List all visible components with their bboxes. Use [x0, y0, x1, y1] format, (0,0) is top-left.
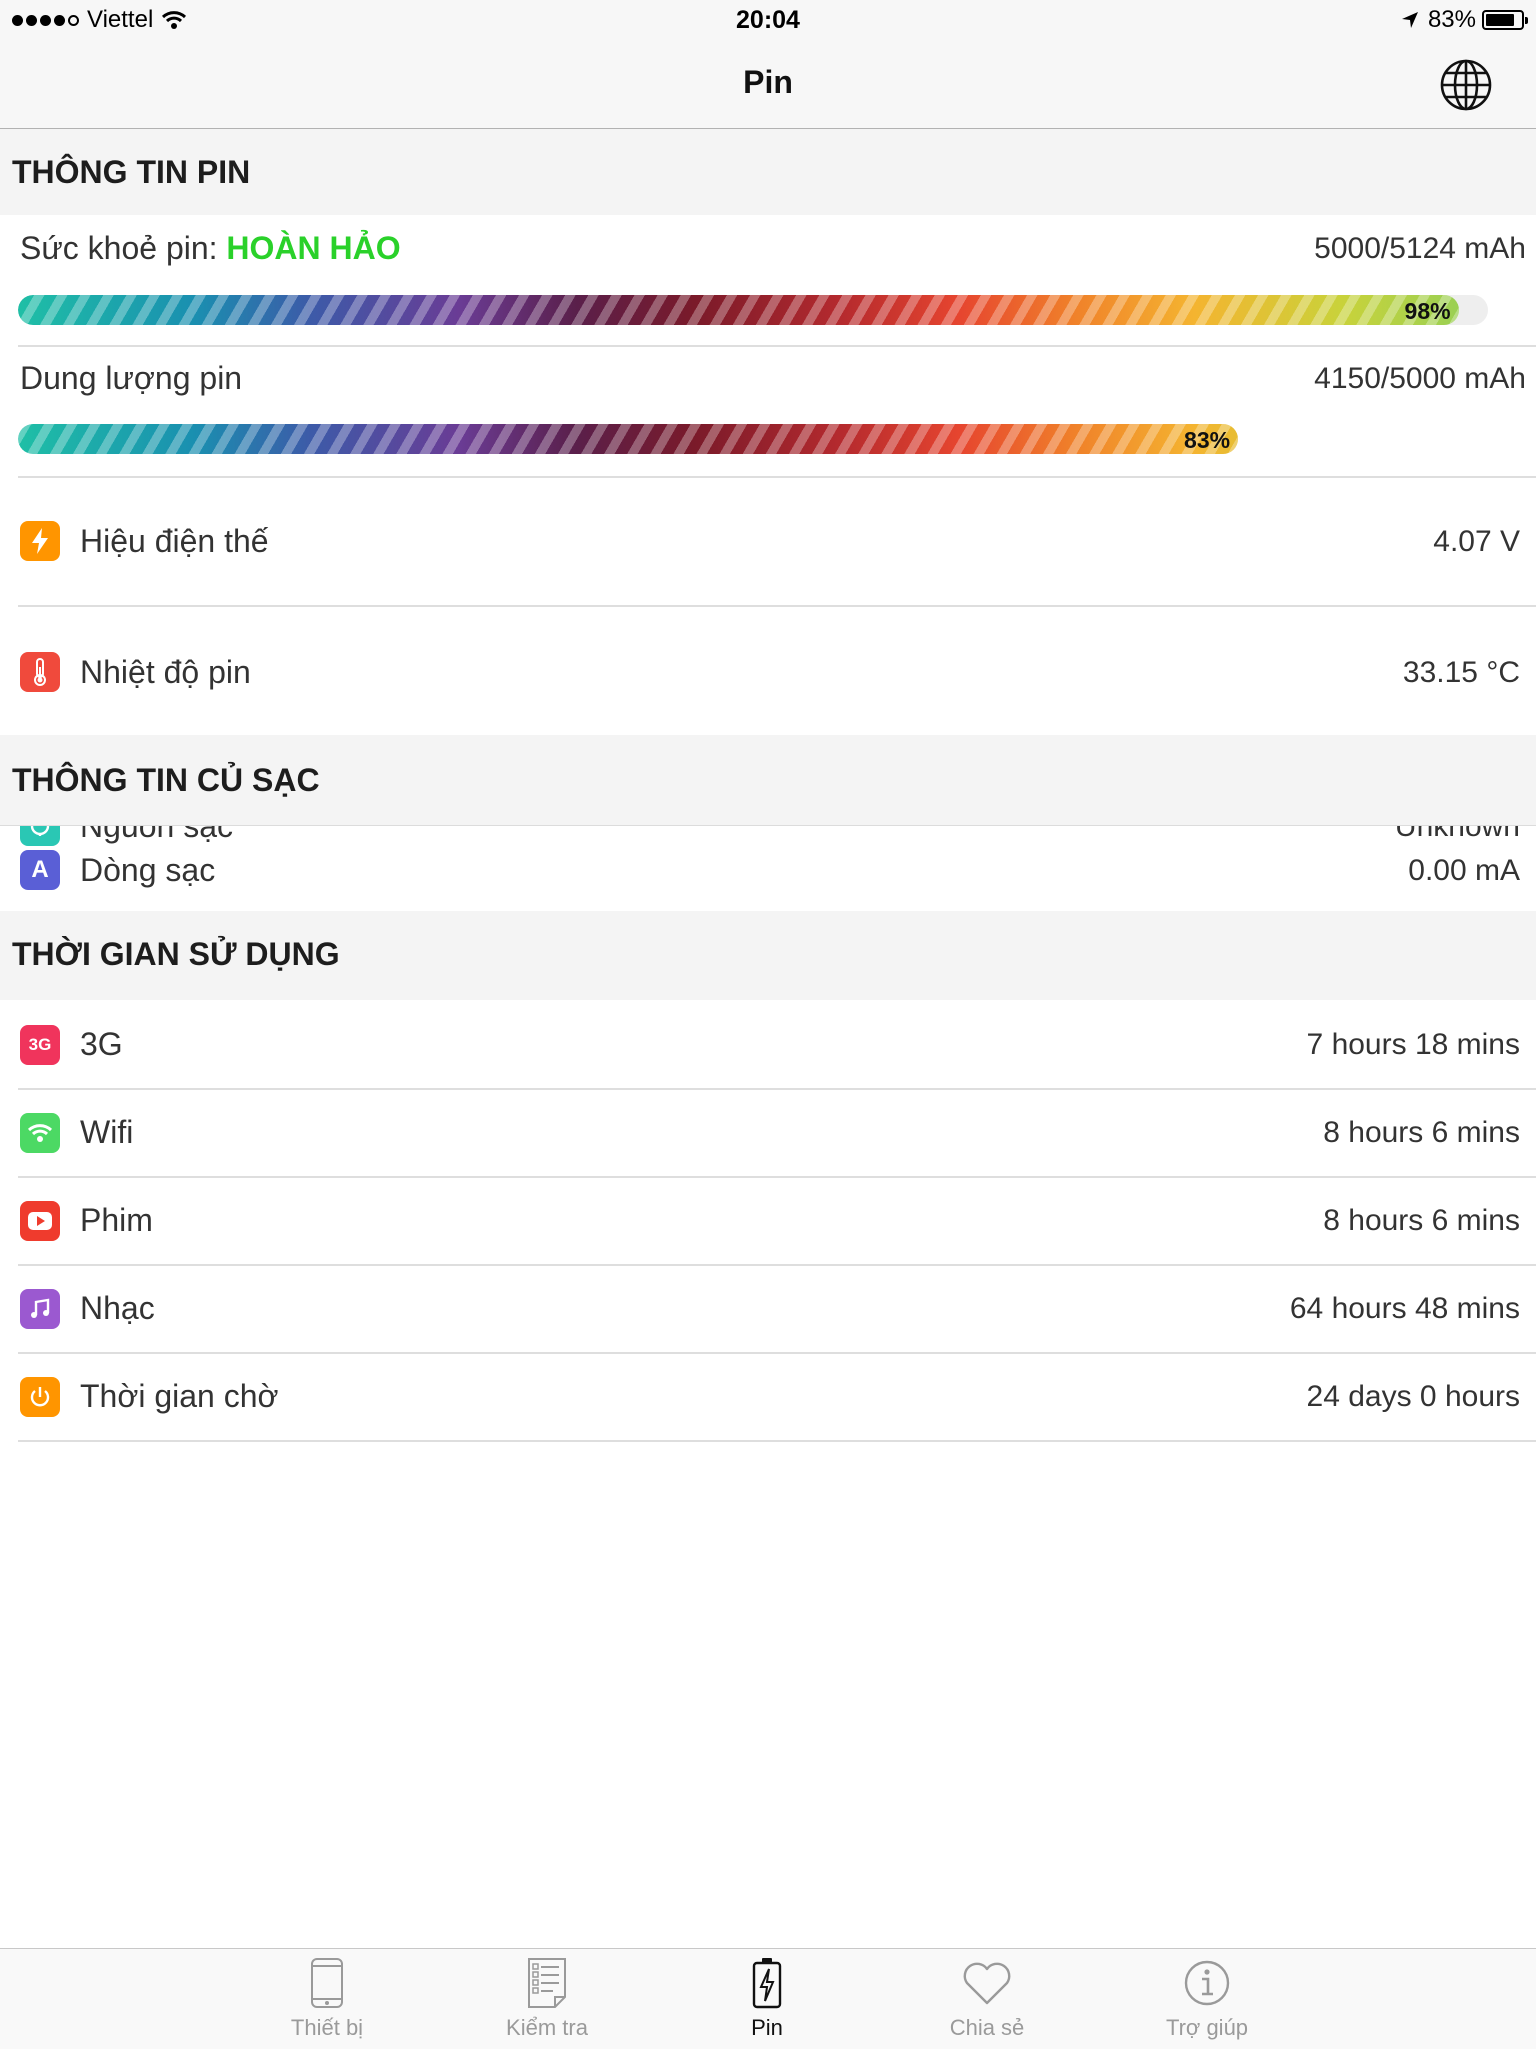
- battery-info-header-text: THÔNG TIN PIN: [12, 154, 251, 190]
- usage-wifi-value: 8 hours 6 mins: [1323, 1116, 1520, 1149]
- page-title: Pin: [743, 64, 793, 100]
- music-note-icon: [20, 1289, 60, 1329]
- tab-share[interactable]: Chia sẻ: [912, 1957, 1062, 2041]
- charger-current-label: Dòng sạc: [80, 852, 216, 888]
- usage-wifi-label: Wifi: [80, 1114, 134, 1150]
- cellular-3g-icon-text: 3G: [28, 1035, 52, 1054]
- tab-battery-label: Pin: [751, 2015, 783, 2040]
- usage-3g-label: 3G: [80, 1026, 123, 1062]
- navigation-bar: Pin: [0, 40, 1536, 129]
- divider: [18, 605, 1536, 607]
- usage-movie-value: 8 hours 6 mins: [1323, 1204, 1520, 1237]
- usage-standby-value: 24 days 0 hours: [1306, 1380, 1520, 1413]
- charger-info-header-text: THÔNG TIN CỦ SẠC: [12, 762, 320, 798]
- divider: [18, 1352, 1536, 1354]
- divider: [18, 1264, 1536, 1266]
- power-icon: [20, 1377, 60, 1417]
- charger-current-value: 0.00 mA: [1408, 854, 1520, 887]
- temperature-value: 33.15 °C: [1402, 656, 1520, 689]
- info-icon: [1184, 1960, 1230, 2006]
- status-bar: Viettel 20:04 83%: [0, 0, 1536, 40]
- battery-health-label: Sức khoẻ pin: HOÀN HẢO: [20, 230, 401, 267]
- globe-icon[interactable]: [1438, 57, 1494, 113]
- cellular-3g-icon: 3G: [20, 1025, 60, 1065]
- divider: [18, 345, 1536, 347]
- usage-standby-label: Thời gian chờ: [80, 1378, 279, 1414]
- phone-icon: [311, 1958, 343, 2008]
- heart-icon: [963, 1962, 1011, 2005]
- status-time: 20:04: [736, 6, 800, 34]
- ampere-icon-text: A: [31, 856, 49, 883]
- usage-music-label: Nhạc: [80, 1290, 155, 1326]
- lightning-icon: [20, 521, 60, 561]
- voltage-value: 4.07 V: [1433, 525, 1520, 558]
- battery-health-bar-fill: 98%: [18, 295, 1459, 325]
- tab-device-label: Thiết bị: [290, 2015, 364, 2040]
- divider: [18, 476, 1536, 478]
- usage-movie-label: Phim: [80, 1202, 153, 1238]
- battery-health-label-text: Sức khoẻ pin:: [20, 230, 227, 266]
- wifi-icon: [20, 1113, 60, 1153]
- voltage-label: Hiệu điện thế: [80, 523, 269, 559]
- tab-check-label: Kiểm tra: [506, 2015, 588, 2040]
- status-right: 83%: [1400, 6, 1528, 34]
- tab-battery[interactable]: Pin: [692, 1957, 842, 2041]
- battery-health-percent: 98%: [1404, 298, 1451, 324]
- battery-health-value: 5000/5124 mAh: [1314, 232, 1526, 265]
- battery-charge-icon: [752, 1958, 782, 2009]
- movie-play-icon: [20, 1201, 60, 1241]
- divider: [18, 1176, 1536, 1178]
- battery-percent-text: 83%: [1427, 6, 1476, 33]
- battery-info-header: THÔNG TIN PIN: [0, 129, 1536, 215]
- tab-bar: Thiết bị Kiểm tra Pin Chia sẻ Trợ giúp: [0, 1948, 1536, 2049]
- battery-health-bar: 98%: [18, 295, 1488, 325]
- location-arrow-icon: [1401, 12, 1418, 28]
- ampere-icon: A: [20, 850, 60, 890]
- tab-help-label: Trợ giúp: [1165, 2015, 1249, 2040]
- tab-check[interactable]: Kiểm tra: [472, 1957, 622, 2041]
- battery-capacity-label: Dung lượng pin: [20, 360, 243, 396]
- usage-time-header-text: THỜI GIAN SỬ DỤNG: [12, 936, 340, 972]
- divider: [18, 1440, 1536, 1442]
- tab-help[interactable]: Trợ giúp: [1132, 1957, 1282, 2041]
- tab-share-label: Chia sẻ: [949, 2015, 1025, 2040]
- battery-health-status: HOÀN HẢO: [226, 230, 401, 266]
- temperature-label: Nhiệt độ pin: [80, 654, 251, 690]
- battery-capacity-bar: 83%: [18, 424, 1488, 454]
- usage-music-value: 64 hours 48 mins: [1289, 1292, 1520, 1325]
- usage-time-header: THỜI GIAN SỬ DỤNG: [0, 911, 1536, 1000]
- usage-3g-value: 7 hours 18 mins: [1306, 1028, 1520, 1061]
- tab-device[interactable]: Thiết bị: [252, 1957, 402, 2041]
- thermometer-icon: [20, 652, 60, 692]
- charger-info-header: THÔNG TIN CỦ SẠC: [0, 735, 1536, 826]
- battery-capacity-percent: 83%: [1184, 427, 1231, 453]
- divider: [18, 1088, 1536, 1090]
- battery-icon: [1482, 10, 1528, 30]
- checklist-icon: [528, 1958, 566, 2008]
- battery-capacity-bar-fill: 83%: [18, 424, 1239, 454]
- battery-capacity-value: 4150/5000 mAh: [1314, 362, 1526, 395]
